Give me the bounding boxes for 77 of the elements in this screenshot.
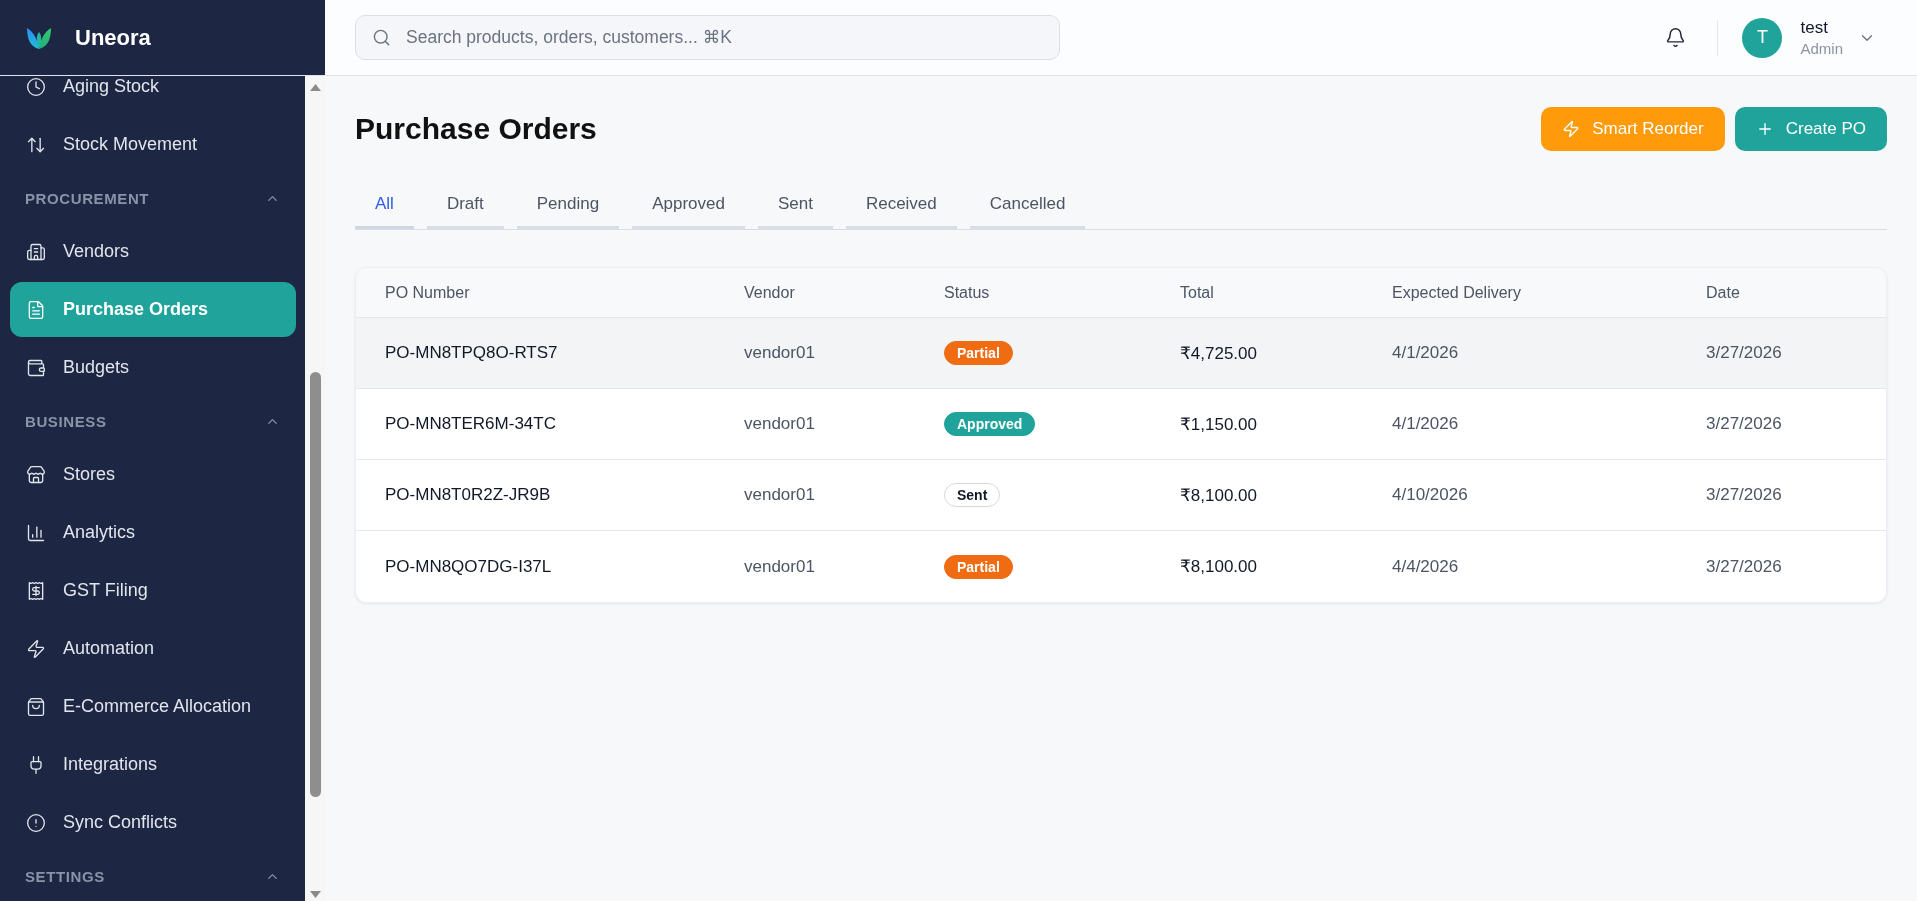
section-header[interactable]: PROCUREMENT (10, 175, 296, 221)
table-cell: ₹8,100.00 (1180, 484, 1257, 506)
nav-item[interactable]: E-Commerce Allocation (10, 679, 296, 734)
scroll-down-icon[interactable] (309, 891, 321, 898)
bell-icon[interactable] (1665, 27, 1687, 48)
brand-name: Uneora (75, 24, 151, 51)
status-badge: Sent (944, 483, 1001, 507)
page-title: Purchase Orders (355, 112, 597, 146)
building-icon (26, 241, 46, 262)
nav-item[interactable]: Vendors (10, 224, 296, 279)
nav-item[interactable]: GST Filing (10, 563, 296, 618)
column-header: Total (1180, 283, 1214, 302)
nav-item[interactable]: Automation (10, 621, 296, 676)
table-cell: PO-MN8TPQ8O-RTS7 (385, 343, 558, 363)
table-cell: 3/27/2026 (1706, 556, 1782, 577)
search-icon (372, 28, 391, 47)
nav-item[interactable]: Stock Movement (10, 117, 296, 172)
table-cell: ₹8,100.00 (1180, 556, 1257, 577)
table-row[interactable]: PO-MN8T0R2Z-JR9B vendor01 Sent ₹8,100.00 4/10/2026 3/27/2026 (356, 460, 1886, 531)
column-header: Date (1706, 283, 1740, 302)
filter-tab[interactable]: All (355, 181, 414, 229)
user-name: test (1800, 16, 1829, 39)
filter-tab[interactable]: Approved (632, 181, 745, 229)
table-row[interactable]: PO-MN8QO7DG-I37L vendor01 Partial ₹8,100.00 4/4/2026 3/27/2026 (356, 531, 1886, 602)
table-cell: 4/1/2026 (1392, 414, 1459, 434)
document-icon (26, 299, 46, 320)
table-cell: 3/27/2026 (1706, 343, 1782, 363)
alert-circle-icon (26, 812, 46, 833)
logo-icon (27, 26, 51, 49)
filter-tab[interactable]: Sent (757, 181, 833, 229)
table-cell: vendor01 (744, 556, 815, 577)
scroll-up-icon[interactable] (309, 84, 321, 91)
lightning-icon (26, 638, 46, 659)
filter-tab[interactable]: Draft (426, 181, 504, 229)
nav-item[interactable]: Sync Conflicts (10, 795, 296, 850)
bar-chart-icon (26, 522, 46, 543)
table-row[interactable]: PO-MN8TPQ8O-RTS7 vendor01 Partial ₹4,725.00 4/1/2026 3/27/2026 (356, 318, 1886, 389)
table-cell: ₹4,725.00 (1180, 342, 1257, 364)
status-badge: Partial (944, 341, 1013, 365)
receipt-icon (26, 580, 46, 601)
table-cell: 3/27/2026 (1706, 485, 1782, 505)
table-cell: PO-MN8QO7DG-I37L (385, 556, 552, 577)
status-badge: Approved (944, 412, 1036, 436)
shopping-bag-icon (26, 696, 46, 717)
table-cell: PO-MN8TER6M-34TC (385, 414, 556, 434)
lightning-icon (1562, 120, 1581, 138)
table-cell: 3/27/2026 (1706, 414, 1782, 434)
search-field[interactable]: Search products, orders, customers... ⌘K (355, 15, 1060, 60)
column-header: Expected Delivery (1392, 283, 1521, 302)
wallet-icon (26, 357, 46, 378)
nav-item[interactable]: Aging Stock (10, 76, 296, 114)
table-row[interactable]: PO-MN8TER6M-34TC vendor01 Approved ₹1,150.00 4/1/2026 3/27/2026 (356, 389, 1886, 460)
table-cell: PO-MN8T0R2Z-JR9B (385, 485, 551, 505)
nav-item[interactable]: Budgets (10, 340, 296, 395)
table-cell: vendor01 (744, 343, 815, 363)
scrollbar-thumb[interactable] (309, 372, 321, 797)
filter-tab[interactable]: Received (845, 181, 957, 229)
table-cell: 4/1/2026 (1392, 343, 1459, 363)
filter-tab[interactable]: Cancelled (969, 181, 1086, 229)
table-cell: 4/10/2026 (1392, 485, 1468, 505)
nav-item[interactable]: Analytics (10, 505, 296, 560)
nav-item[interactable]: Stores (10, 447, 296, 502)
table-cell: ₹1,150.00 (1180, 413, 1257, 435)
section-header[interactable]: BUSINESS (10, 398, 296, 444)
clock-icon (26, 76, 46, 97)
table-cell: vendor01 (744, 485, 815, 505)
column-header: Status (944, 283, 990, 302)
section-header[interactable]: SETTINGS (10, 853, 296, 899)
filter-tab[interactable]: Pending (516, 181, 620, 229)
storefront-icon (26, 464, 46, 485)
user-role: Admin (1800, 38, 1843, 59)
table-cell: vendor01 (744, 414, 815, 434)
status-badge: Partial (944, 554, 1013, 579)
nav-item[interactable]: Integrations (10, 737, 296, 792)
column-header: PO Number (385, 283, 470, 302)
table-cell: 4/4/2026 (1392, 556, 1459, 577)
column-header: Vendor (744, 283, 795, 302)
